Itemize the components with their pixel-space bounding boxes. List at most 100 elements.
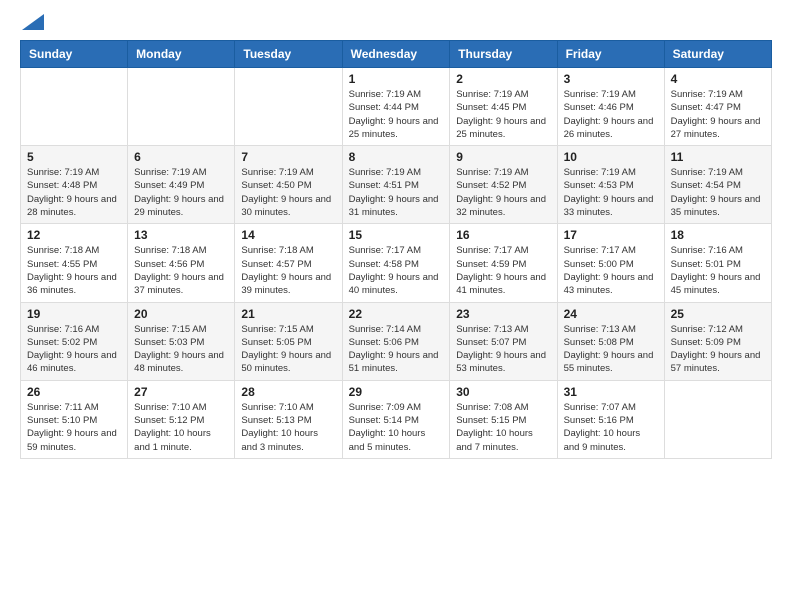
day-info: Sunrise: 7:09 AM Sunset: 5:14 PM Dayligh… bbox=[349, 401, 444, 454]
calendar-cell: 10 Sunrise: 7:19 AM Sunset: 4:53 PM Dayli… bbox=[557, 146, 664, 224]
day-info: Sunrise: 7:16 AM Sunset: 5:01 PM Dayligh… bbox=[671, 244, 765, 297]
calendar-week-row: 26 Sunrise: 7:11 AM Sunset: 5:10 PM Dayli… bbox=[21, 380, 772, 458]
day-number: 28 bbox=[241, 385, 335, 399]
day-info: Sunrise: 7:19 AM Sunset: 4:47 PM Dayligh… bbox=[671, 88, 765, 141]
day-number: 12 bbox=[27, 228, 121, 242]
calendar-cell: 30 Sunrise: 7:08 AM Sunset: 5:15 PM Dayli… bbox=[450, 380, 557, 458]
day-number: 29 bbox=[349, 385, 444, 399]
calendar-cell: 22Sunrise: 7:14 AM Sunset: 5:06 PM Dayli… bbox=[342, 302, 450, 380]
logo bbox=[20, 16, 44, 30]
calendar-cell: 18 Sunrise: 7:16 AM Sunset: 5:01 PM Dayli… bbox=[664, 224, 771, 302]
day-number: 21 bbox=[241, 307, 335, 321]
calendar-cell: 12 Sunrise: 7:18 AM Sunset: 4:55 PM Dayli… bbox=[21, 224, 128, 302]
day-number: 2 bbox=[456, 72, 550, 86]
day-info: Sunrise: 7:17 AM Sunset: 4:58 PM Dayligh… bbox=[349, 244, 444, 297]
weekday-header: Saturday bbox=[664, 41, 771, 68]
calendar-cell: 24 Sunrise: 7:13 AM Sunset: 5:08 PM Dayli… bbox=[557, 302, 664, 380]
calendar-cell: 16 Sunrise: 7:17 AM Sunset: 4:59 PM Dayli… bbox=[450, 224, 557, 302]
day-number: 23 bbox=[456, 307, 550, 321]
calendar-cell: 28 Sunrise: 7:10 AM Sunset: 5:13 PM Dayli… bbox=[235, 380, 342, 458]
day-info: Sunrise: 7:19 AM Sunset: 4:51 PM Dayligh… bbox=[349, 166, 444, 219]
calendar-cell bbox=[128, 68, 235, 146]
day-number: 17 bbox=[564, 228, 658, 242]
day-info: Sunrise: 7:17 AM Sunset: 4:59 PM Dayligh… bbox=[456, 244, 550, 297]
day-info: Sunrise: 7:13 AM Sunset: 5:07 PM Dayligh… bbox=[456, 323, 550, 376]
calendar-cell: 9 Sunrise: 7:19 AM Sunset: 4:52 PM Daylig… bbox=[450, 146, 557, 224]
day-number: 4 bbox=[671, 72, 765, 86]
calendar-cell: 5 Sunrise: 7:19 AM Sunset: 4:48 PM Daylig… bbox=[21, 146, 128, 224]
day-number: 24 bbox=[564, 307, 658, 321]
logo-icon bbox=[22, 14, 44, 30]
day-number: 19 bbox=[27, 307, 121, 321]
calendar-cell: 23 Sunrise: 7:13 AM Sunset: 5:07 PM Dayli… bbox=[450, 302, 557, 380]
calendar-cell: 17 Sunrise: 7:17 AM Sunset: 5:00 PM Dayli… bbox=[557, 224, 664, 302]
day-info: Sunrise: 7:11 AM Sunset: 5:10 PM Dayligh… bbox=[27, 401, 121, 454]
day-number: 13 bbox=[134, 228, 228, 242]
day-number: 18 bbox=[671, 228, 765, 242]
day-number: 6 bbox=[134, 150, 228, 164]
calendar-cell: 8 Sunrise: 7:19 AM Sunset: 4:51 PM Daylig… bbox=[342, 146, 450, 224]
day-number: 11 bbox=[671, 150, 765, 164]
day-number: 7 bbox=[241, 150, 335, 164]
day-number: 3 bbox=[564, 72, 658, 86]
day-number: 22 bbox=[349, 307, 444, 321]
day-info: Sunrise: 7:10 AM Sunset: 5:13 PM Dayligh… bbox=[241, 401, 335, 454]
calendar-cell: 29 Sunrise: 7:09 AM Sunset: 5:14 PM Dayli… bbox=[342, 380, 450, 458]
day-info: Sunrise: 7:19 AM Sunset: 4:49 PM Dayligh… bbox=[134, 166, 228, 219]
day-info: Sunrise: 7:08 AM Sunset: 5:15 PM Dayligh… bbox=[456, 401, 550, 454]
day-number: 8 bbox=[349, 150, 444, 164]
day-number: 1 bbox=[349, 72, 444, 86]
calendar-cell: 21 Sunrise: 7:15 AM Sunset: 5:05 PM Dayli… bbox=[235, 302, 342, 380]
calendar-week-row: 12 Sunrise: 7:18 AM Sunset: 4:55 PM Dayli… bbox=[21, 224, 772, 302]
day-info: Sunrise: 7:10 AM Sunset: 5:12 PM Dayligh… bbox=[134, 401, 228, 454]
day-number: 30 bbox=[456, 385, 550, 399]
calendar-cell: 3 Sunrise: 7:19 AM Sunset: 4:46 PM Daylig… bbox=[557, 68, 664, 146]
calendar-cell: 19 Sunrise: 7:16 AM Sunset: 5:02 PM Dayli… bbox=[21, 302, 128, 380]
day-info: Sunrise: 7:17 AM Sunset: 5:00 PM Dayligh… bbox=[564, 244, 658, 297]
day-number: 16 bbox=[456, 228, 550, 242]
day-info: Sunrise: 7:19 AM Sunset: 4:53 PM Dayligh… bbox=[564, 166, 658, 219]
day-number: 10 bbox=[564, 150, 658, 164]
day-info: Sunrise: 7:15 AM Sunset: 5:03 PM Dayligh… bbox=[134, 323, 228, 376]
day-info: Sunrise: 7:19 AM Sunset: 4:48 PM Dayligh… bbox=[27, 166, 121, 219]
weekday-header: Wednesday bbox=[342, 41, 450, 68]
calendar-cell: 15 Sunrise: 7:17 AM Sunset: 4:58 PM Dayli… bbox=[342, 224, 450, 302]
day-info: Sunrise: 7:13 AM Sunset: 5:08 PM Dayligh… bbox=[564, 323, 658, 376]
day-number: 26 bbox=[27, 385, 121, 399]
day-info: Sunrise: 7:19 AM Sunset: 4:54 PM Dayligh… bbox=[671, 166, 765, 219]
day-info: Sunrise: 7:19 AM Sunset: 4:52 PM Dayligh… bbox=[456, 166, 550, 219]
day-info: Sunrise: 7:16 AM Sunset: 5:02 PM Dayligh… bbox=[27, 323, 121, 376]
calendar-cell bbox=[21, 68, 128, 146]
calendar-week-row: 19 Sunrise: 7:16 AM Sunset: 5:02 PM Dayli… bbox=[21, 302, 772, 380]
calendar-week-row: 1 Sunrise: 7:19 AM Sunset: 4:44 PM Daylig… bbox=[21, 68, 772, 146]
day-number: 31 bbox=[564, 385, 658, 399]
day-number: 15 bbox=[349, 228, 444, 242]
calendar-cell: 13 Sunrise: 7:18 AM Sunset: 4:56 PM Dayli… bbox=[128, 224, 235, 302]
day-info: Sunrise: 7:18 AM Sunset: 4:55 PM Dayligh… bbox=[27, 244, 121, 297]
calendar-cell: 31 Sunrise: 7:07 AM Sunset: 5:16 PM Dayli… bbox=[557, 380, 664, 458]
day-info: Sunrise: 7:18 AM Sunset: 4:56 PM Dayligh… bbox=[134, 244, 228, 297]
calendar-week-row: 5 Sunrise: 7:19 AM Sunset: 4:48 PM Daylig… bbox=[21, 146, 772, 224]
calendar-cell: 11 Sunrise: 7:19 AM Sunset: 4:54 PM Dayli… bbox=[664, 146, 771, 224]
day-info: Sunrise: 7:19 AM Sunset: 4:46 PM Dayligh… bbox=[564, 88, 658, 141]
weekday-header: Friday bbox=[557, 41, 664, 68]
day-number: 5 bbox=[27, 150, 121, 164]
day-number: 14 bbox=[241, 228, 335, 242]
weekday-header: Sunday bbox=[21, 41, 128, 68]
calendar-cell: 7Sunrise: 7:19 AM Sunset: 4:50 PM Daylig… bbox=[235, 146, 342, 224]
day-info: Sunrise: 7:07 AM Sunset: 5:16 PM Dayligh… bbox=[564, 401, 658, 454]
day-info: Sunrise: 7:15 AM Sunset: 5:05 PM Dayligh… bbox=[241, 323, 335, 376]
calendar-table: SundayMondayTuesdayWednesdayThursdayFrid… bbox=[20, 40, 772, 459]
calendar-cell: 14Sunrise: 7:18 AM Sunset: 4:57 PM Dayli… bbox=[235, 224, 342, 302]
day-number: 9 bbox=[456, 150, 550, 164]
day-info: Sunrise: 7:19 AM Sunset: 4:44 PM Dayligh… bbox=[349, 88, 444, 141]
calendar-cell: 26 Sunrise: 7:11 AM Sunset: 5:10 PM Dayli… bbox=[21, 380, 128, 458]
calendar-header-row: SundayMondayTuesdayWednesdayThursdayFrid… bbox=[21, 41, 772, 68]
calendar-cell: 27Sunrise: 7:10 AM Sunset: 5:12 PM Dayli… bbox=[128, 380, 235, 458]
calendar-cell: 25Sunrise: 7:12 AM Sunset: 5:09 PM Dayli… bbox=[664, 302, 771, 380]
calendar-cell: 20Sunrise: 7:15 AM Sunset: 5:03 PM Dayli… bbox=[128, 302, 235, 380]
page: SundayMondayTuesdayWednesdayThursdayFrid… bbox=[0, 0, 792, 475]
header bbox=[20, 16, 772, 30]
calendar-cell: 4 Sunrise: 7:19 AM Sunset: 4:47 PM Daylig… bbox=[664, 68, 771, 146]
weekday-header: Tuesday bbox=[235, 41, 342, 68]
